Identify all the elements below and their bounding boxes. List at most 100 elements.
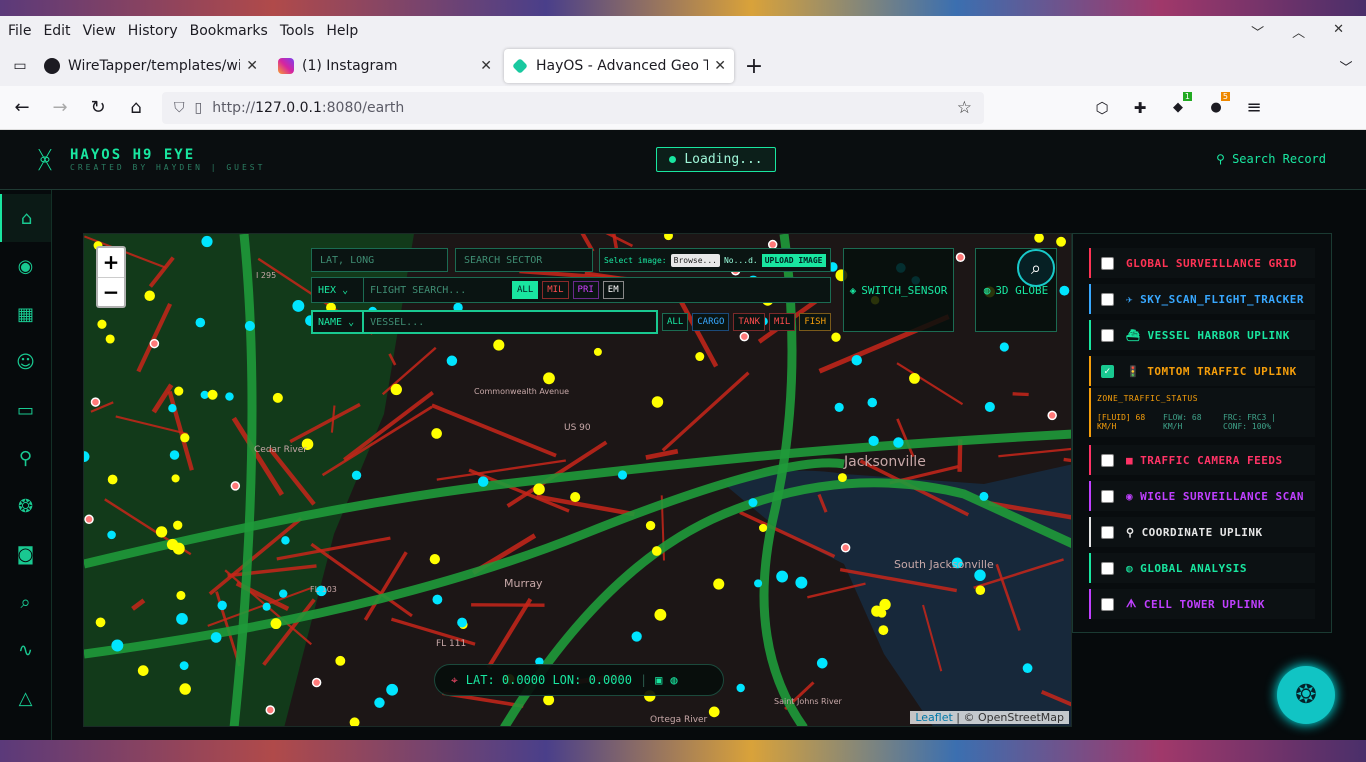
nav-activity-icon[interactable]: ∿: [0, 626, 51, 674]
vessel-filter-tank[interactable]: TANK: [733, 313, 766, 331]
vessel-filter-all[interactable]: ALL: [662, 313, 689, 331]
layer-toggle[interactable]: ◍ GLOBAL ANALYSIS: [1089, 553, 1315, 583]
menu-history[interactable]: History: [122, 23, 184, 39]
traffic-marker: [651, 546, 662, 556]
tab-wiretapper[interactable]: WireTapper/templates/wifi ✕: [36, 49, 266, 83]
zoom-out-button[interactable]: −: [98, 277, 124, 306]
close-tab-icon[interactable]: ✕: [714, 58, 726, 74]
back-icon[interactable]: ←: [10, 97, 34, 118]
traffic-marker: [999, 342, 1009, 352]
shield-icon[interactable]: ⛉: [174, 100, 185, 116]
layer-toggle[interactable]: ✈ SKY_SCAN_FLIGHT_TRACKER: [1089, 284, 1315, 314]
traffic-marker: [107, 530, 116, 540]
maximize-icon[interactable]: ︿: [1286, 22, 1311, 41]
nav-alert-icon[interactable]: △: [0, 674, 51, 722]
nav-camera-icon[interactable]: ◙: [0, 530, 51, 578]
nav-location-icon[interactable]: ⚲: [0, 434, 51, 482]
flight-filter-pri[interactable]: PRI: [572, 281, 599, 299]
layer-toggle[interactable]: ◉ WIGLE SURVEILLANCE SCAN: [1089, 481, 1315, 511]
layer-icon: ◉: [1126, 489, 1134, 503]
flight-filter-all[interactable]: ALL: [512, 281, 539, 299]
menu-file[interactable]: File: [2, 23, 37, 39]
traffic-marker: [279, 589, 288, 598]
switch-sensor-button[interactable]: ◈ SWITCH_SENSOR: [843, 248, 954, 332]
layer-toggle[interactable]: ⛴ VESSEL HARBOR UPLINK: [1089, 320, 1315, 350]
layer-toggle[interactable]: GLOBAL SURVEILLANCE GRID: [1089, 248, 1315, 278]
extension-cube-icon[interactable]: ⬡: [1090, 99, 1114, 117]
flight-search-input[interactable]: FLIGHT SEARCH...: [364, 285, 512, 296]
nav-eye-icon[interactable]: ◉: [0, 242, 51, 290]
nav-brain-icon[interactable]: ❂: [0, 482, 51, 530]
nav-home-icon[interactable]: ⌂: [0, 194, 51, 242]
layer-checkbox[interactable]: [1101, 489, 1114, 503]
globe-small-icon[interactable]: ◍: [670, 673, 677, 687]
layer-checkbox[interactable]: ✓: [1101, 364, 1114, 378]
nav-search-icon[interactable]: ⌕: [0, 578, 51, 626]
tab-list-icon[interactable]: ﹀: [1334, 57, 1358, 76]
tab-instagram[interactable]: (1) Instagram ✕: [270, 49, 500, 83]
hex-select[interactable]: HEX ⌄: [312, 278, 364, 302]
latlong-input[interactable]: LAT, LONG: [311, 248, 448, 272]
layer-checkbox[interactable]: [1101, 328, 1114, 342]
upload-image-button[interactable]: UPLOAD IMAGE: [761, 253, 826, 267]
close-window-icon[interactable]: ✕: [1327, 22, 1350, 41]
layer-toggle[interactable]: ᗑ CELL TOWER UPLINK: [1089, 589, 1315, 619]
url-bar[interactable]: ⛉ ▯ http://127.0.0.1:8080/earth ☆: [162, 91, 984, 124]
layer-checkbox[interactable]: [1101, 453, 1114, 467]
new-tab-icon[interactable]: +: [742, 54, 766, 79]
layer-checkbox[interactable]: [1101, 597, 1114, 611]
tab-overview-icon[interactable]: ▭: [8, 58, 32, 74]
tab-title: (1) Instagram: [302, 58, 398, 74]
extension-notify-icon[interactable]: ● 5: [1204, 92, 1230, 115]
minimize-icon[interactable]: ﹀: [1245, 22, 1270, 41]
home-icon[interactable]: ⌂: [124, 97, 148, 118]
traffic-marker: [429, 553, 440, 565]
bookmark-star-icon[interactable]: ☆: [957, 98, 972, 118]
vessel-filter-mil[interactable]: MIL: [769, 313, 796, 331]
layer-toggle[interactable]: ✓ 🚦 TOMTOM TRAFFIC UPLINK: [1089, 356, 1315, 386]
hex-select-value: HEX: [318, 284, 337, 296]
browse-button[interactable]: Browse...: [670, 253, 720, 267]
menu-view[interactable]: View: [77, 23, 122, 39]
vessel-filter-cargo[interactable]: CARGO: [692, 313, 730, 331]
reload-icon[interactable]: ↻: [86, 97, 110, 118]
tab-hayos[interactable]: HayOS - Advanced Geo Tra ✕: [504, 49, 734, 83]
map-place-label: South Jacksonville: [894, 558, 994, 571]
traffic-marker: [645, 520, 656, 531]
app-sidebar: ⌂ ◉ ▦ ☺ ▭ ⚲ ❂ ◙ ⌕ ∿ △: [0, 190, 52, 740]
map-search-icon[interactable]: ⌕: [1017, 249, 1055, 287]
close-tab-icon[interactable]: ✕: [246, 58, 258, 74]
leaflet-link[interactable]: Leaflet: [915, 711, 952, 724]
hamburger-menu-icon[interactable]: ≡: [1242, 97, 1266, 118]
name-select[interactable]: NAME ⌄: [311, 310, 365, 334]
vessel-filter-fish[interactable]: FISH: [799, 313, 831, 331]
vessel-search-input[interactable]: VESSEL...: [364, 310, 658, 334]
close-tab-icon[interactable]: ✕: [480, 58, 492, 74]
layer-toggle[interactable]: ■ TRAFFIC CAMERA FEEDS: [1089, 445, 1315, 475]
menu-edit[interactable]: Edit: [37, 23, 76, 39]
flight-filter-em[interactable]: EM: [602, 281, 624, 299]
ai-brain-button[interactable]: ❂: [1277, 666, 1335, 724]
menu-bookmarks[interactable]: Bookmarks: [184, 23, 274, 39]
nav-chat-icon[interactable]: ▭: [0, 386, 51, 434]
zoom-in-button[interactable]: +: [98, 248, 124, 277]
search-record-link[interactable]: ⚲ Search Record: [1216, 152, 1326, 166]
layer-checkbox[interactable]: [1101, 292, 1114, 306]
layer-checkbox[interactable]: [1101, 525, 1114, 539]
extensions-icon[interactable]: ✚: [1128, 99, 1152, 117]
nav-user-icon[interactable]: ☺: [0, 338, 51, 386]
nav-grid-icon[interactable]: ▦: [0, 290, 51, 338]
menu-help[interactable]: Help: [320, 23, 364, 39]
layer-toggle[interactable]: ⚲ COORDINATE UPLINK: [1089, 517, 1315, 547]
forward-icon[interactable]: →: [48, 97, 72, 118]
incident-marker: [230, 481, 241, 491]
flight-filter-mil[interactable]: MIL: [542, 281, 569, 299]
copy-icon[interactable]: ▣: [655, 673, 662, 687]
traffic-marker: [651, 396, 664, 408]
extension-badge-icon[interactable]: ◆ 1: [1166, 92, 1192, 115]
search-sector-input[interactable]: SEARCH SECTOR: [455, 248, 593, 272]
layer-checkbox[interactable]: [1101, 256, 1114, 270]
layer-checkbox[interactable]: [1101, 561, 1114, 575]
map-view[interactable]: Jacksonville Murray South Jacksonville Ceda…: [83, 233, 1072, 727]
menu-tools[interactable]: Tools: [274, 23, 321, 39]
